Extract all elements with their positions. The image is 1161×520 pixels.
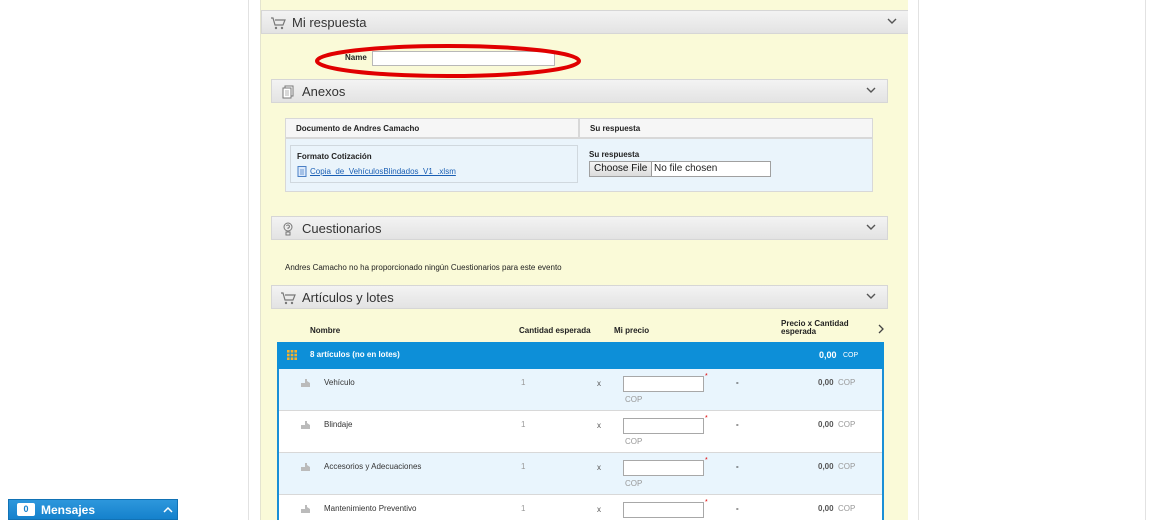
- articles-group-bar[interactable]: 8 artículos (no en lotes) 0,00 COP: [277, 342, 884, 369]
- left-divider: [248, 0, 249, 520]
- anexos-table-header-right: Su respuesta: [579, 118, 873, 138]
- item-qty: 1: [521, 462, 526, 471]
- anexos-title: Anexos: [302, 84, 346, 99]
- document-cell: Formato Cotización Copia_de_VehículosBli…: [290, 145, 578, 183]
- required-marker: *: [705, 373, 708, 380]
- item-qty: 1: [521, 420, 526, 429]
- chevron-down-icon[interactable]: [865, 221, 877, 233]
- messages-count-badge: 0: [17, 503, 35, 516]
- item-times: x: [597, 379, 601, 388]
- col-cantidad: Cantidad esperada: [519, 326, 591, 335]
- price-input[interactable]: [623, 418, 704, 434]
- chevron-right-icon[interactable]: [877, 324, 885, 334]
- item-name: Blindaje: [324, 420, 353, 429]
- item-times: x: [597, 505, 601, 514]
- cuestionarios-header[interactable]: Cuestionarios: [271, 216, 888, 240]
- required-marker: *: [705, 457, 708, 464]
- far-right-divider: [1145, 0, 1146, 520]
- file-icon: [297, 166, 307, 177]
- response-panel: Mi respuesta Name Anexos Documento de An…: [260, 0, 908, 520]
- cuestionarios-title: Cuestionarios: [302, 221, 382, 236]
- col-precio: Mi precio: [614, 326, 650, 335]
- cart-icon: [271, 17, 286, 30]
- required-marker: *: [705, 415, 708, 422]
- anexos-table-header-left: Documento de Andres Camacho: [285, 118, 579, 138]
- item-total-currency: COP: [838, 462, 856, 471]
- required-marker: *: [705, 499, 708, 506]
- messages-label: Mensajes: [41, 503, 96, 517]
- chevron-down-icon[interactable]: [865, 290, 877, 302]
- item-row: Vehículo 1 x * COP - 0,00 COP: [279, 369, 882, 411]
- articulos-header[interactable]: Artículos y lotes: [271, 285, 888, 309]
- item-qty: 1: [521, 378, 526, 387]
- item-name: Vehículo: [324, 378, 355, 387]
- red-annotation-ellipse: [315, 44, 581, 78]
- group-currency: COP: [843, 352, 859, 359]
- item-total: 0,00: [818, 504, 834, 513]
- item-dash: -: [736, 504, 739, 513]
- price-input[interactable]: [623, 376, 704, 392]
- col-total-line2: esperada: [781, 327, 817, 336]
- item-times: x: [597, 463, 601, 472]
- item-hand-icon: [301, 379, 310, 387]
- item-price-currency: COP: [625, 479, 643, 488]
- document-format-label: Formato Cotización: [297, 152, 372, 161]
- item-total: 0,00: [818, 420, 834, 429]
- grid-icon: [287, 350, 297, 360]
- questionnaire-icon: [283, 222, 293, 236]
- anexos-table-body: Formato Cotización Copia_de_VehículosBli…: [285, 138, 873, 192]
- item-name: Accesorios y Adecuaciones: [324, 462, 422, 471]
- right-divider: [918, 0, 919, 520]
- item-total: 0,00: [818, 462, 834, 471]
- item-row: Blindaje 1 x * COP - 0,00 COP: [279, 411, 882, 453]
- choose-file-button[interactable]: Choose File: [590, 162, 653, 176]
- item-hand-icon: [301, 463, 310, 471]
- item-dash: -: [736, 378, 739, 387]
- item-total: 0,00: [818, 378, 834, 387]
- chevron-up-icon[interactable]: [163, 506, 173, 514]
- messages-bar[interactable]: 0 Mensajes: [8, 499, 178, 520]
- chevron-down-icon[interactable]: [886, 15, 898, 27]
- item-dash: -: [736, 462, 739, 471]
- item-dash: -: [736, 420, 739, 429]
- group-label: 8 artículos (no en lotes): [310, 350, 400, 359]
- item-name: Mantenimiento Preventivo: [324, 504, 417, 513]
- cuestionarios-message: Andres Camacho no ha proporcionado ningú…: [285, 263, 562, 272]
- item-qty: 1: [521, 504, 526, 513]
- answer-label: Su respuesta: [589, 150, 640, 159]
- item-price-currency: COP: [625, 437, 643, 446]
- mi-respuesta-header[interactable]: Mi respuesta: [261, 10, 908, 34]
- mi-respuesta-title: Mi respuesta: [292, 15, 367, 30]
- item-total-currency: COP: [838, 420, 856, 429]
- price-input[interactable]: [623, 502, 704, 518]
- item-row: Mantenimiento Preventivo 1 x * - 0,00 CO…: [279, 495, 882, 520]
- item-times: x: [597, 421, 601, 430]
- group-total: 0,00: [819, 350, 837, 360]
- chevron-down-icon[interactable]: [865, 84, 877, 96]
- price-input[interactable]: [623, 460, 704, 476]
- item-price-currency: COP: [625, 395, 643, 404]
- item-total-currency: COP: [838, 504, 856, 513]
- item-total-currency: COP: [838, 378, 856, 387]
- anexos-col-document: Documento de Andres Camacho: [296, 124, 420, 133]
- file-picker[interactable]: Choose File No file chosen: [589, 161, 771, 177]
- anexos-col-answer: Su respuesta: [590, 124, 641, 133]
- col-nombre: Nombre: [310, 326, 341, 335]
- anexos-header[interactable]: Anexos: [271, 79, 888, 103]
- item-hand-icon: [301, 421, 310, 429]
- item-hand-icon: [301, 505, 310, 513]
- item-row: Accesorios y Adecuaciones 1 x * COP - 0,…: [279, 453, 882, 495]
- documents-icon: [282, 85, 294, 99]
- no-file-text: No file chosen: [654, 163, 718, 174]
- articulos-title: Artículos y lotes: [302, 290, 394, 305]
- document-link[interactable]: Copia_de_VehículosBlindados_V1_.xlsm: [310, 167, 456, 176]
- cart-icon: [281, 292, 296, 305]
